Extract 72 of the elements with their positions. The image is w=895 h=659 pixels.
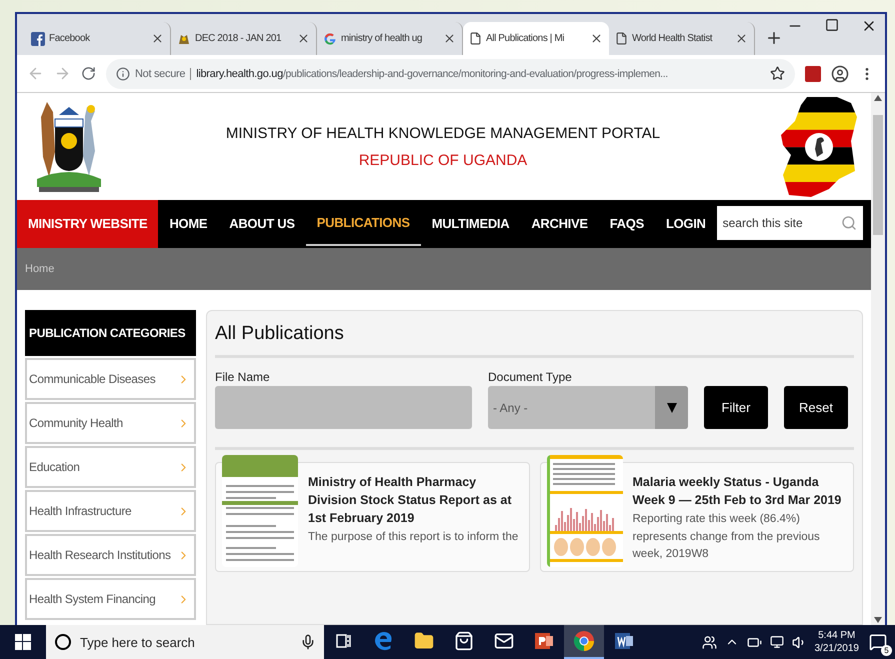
search-icon[interactable] bbox=[841, 215, 857, 231]
network-icon[interactable] bbox=[770, 635, 784, 649]
category-link[interactable]: Communicable Diseases bbox=[25, 358, 196, 400]
close-icon[interactable] bbox=[443, 32, 456, 45]
speaker-icon[interactable] bbox=[792, 634, 806, 650]
address-bar[interactable]: Not secure library.health.go.ug/publications/leadership-and-governance/monitoring-and-evaluation/progress-implemen... bbox=[106, 58, 795, 88]
publication-excerpt: The purpose of this report is to inform the bbox=[308, 530, 520, 546]
nav-link[interactable]: FAQS bbox=[598, 200, 655, 248]
sidebar-heading: PUBLICATION CATEGORIES bbox=[25, 310, 196, 356]
google-logo-icon bbox=[323, 32, 337, 46]
document-type-dropdown[interactable]: - Any - bbox=[488, 386, 688, 429]
nav-link[interactable]: HOME bbox=[158, 200, 218, 248]
category-link[interactable]: Education bbox=[25, 446, 196, 488]
cortana-circle-icon bbox=[54, 633, 72, 651]
reload-icon[interactable] bbox=[81, 66, 96, 81]
presentation-app-icon[interactable] bbox=[534, 631, 554, 651]
people-icon[interactable] bbox=[702, 634, 716, 650]
nav-link[interactable]: MINISTRY WEBSITE bbox=[17, 200, 158, 248]
url-domain: library.health.go.ug bbox=[190, 68, 283, 80]
mail-icon[interactable] bbox=[494, 631, 514, 651]
panel-title: All Publications bbox=[215, 311, 854, 358]
nav-link[interactable]: PUBLICATIONS bbox=[306, 200, 421, 246]
category-link[interactable]: Health Research Institutions bbox=[25, 534, 196, 576]
page-icon bbox=[615, 32, 628, 45]
maximize-icon[interactable] bbox=[825, 18, 839, 32]
security-label: Not secure bbox=[135, 68, 186, 80]
scrollbar-thumb[interactable] bbox=[873, 115, 883, 235]
publication-title[interactable]: Ministry of Health Pharmacy Division Stock Status Report as at 1st February 2019 bbox=[308, 473, 522, 528]
close-icon[interactable] bbox=[735, 32, 748, 45]
shopping-bag-icon[interactable] bbox=[454, 631, 474, 651]
scroll-down-icon[interactable] bbox=[874, 617, 882, 623]
clock[interactable]: 5:44 PM 3/21/2019 bbox=[814, 628, 859, 656]
field-label: Document Type bbox=[488, 370, 573, 384]
portal-title: MINISTRY OF HEALTH KNOWLEDGE MANAGEMENT PORTAL bbox=[226, 124, 660, 142]
profile-icon[interactable] bbox=[831, 64, 849, 82]
scroll-up-icon[interactable] bbox=[874, 95, 882, 101]
new-tab-icon[interactable] bbox=[765, 29, 783, 47]
dropdown-triangle-icon bbox=[666, 402, 676, 412]
country-subtitle: REPUBLIC OF UGANDA bbox=[358, 152, 528, 168]
file-name-field[interactable] bbox=[215, 386, 472, 429]
close-icon[interactable] bbox=[297, 32, 310, 45]
nav-link[interactable]: MULTIMEDIA bbox=[420, 200, 520, 248]
publication-title[interactable]: Malaria weekly Status - Uganda Week 9 — 25th Feb to 3rd Mar 2019 bbox=[632, 473, 847, 510]
url-path: /publications/leadership-and-governance/monitoring-and-evaluation/progress-implemen... bbox=[282, 68, 668, 80]
task-view-icon[interactable] bbox=[336, 633, 352, 649]
extension-icon[interactable] bbox=[805, 66, 821, 82]
search-field[interactable]: search this site bbox=[716, 206, 863, 240]
windows-logo-icon bbox=[15, 634, 31, 650]
close-icon[interactable] bbox=[151, 32, 164, 45]
nav-link[interactable]: LOGIN bbox=[654, 200, 717, 248]
category-link[interactable]: Health Infrastructure bbox=[25, 490, 196, 532]
info-icon bbox=[116, 66, 130, 80]
folder-icon[interactable] bbox=[414, 631, 434, 651]
facebook-logo-icon bbox=[31, 32, 45, 46]
category-link[interactable]: Community Health bbox=[25, 402, 196, 444]
close-icon[interactable] bbox=[590, 32, 603, 45]
browser-tab[interactable]: All Publications | Mi bbox=[463, 22, 609, 55]
filter-button[interactable]: Filter bbox=[704, 386, 768, 429]
bookmark-star-icon[interactable] bbox=[770, 66, 785, 81]
document-app-icon[interactable] bbox=[614, 631, 634, 651]
taskbar-search-field[interactable]: Type here to search bbox=[46, 625, 324, 659]
notification-count: 5 bbox=[881, 645, 892, 656]
filter-button[interactable]: Reset bbox=[784, 386, 848, 429]
category-link[interactable]: Health System Financing bbox=[25, 578, 196, 620]
nav-link[interactable]: ABOUT US bbox=[218, 200, 306, 248]
page-icon bbox=[469, 32, 482, 45]
publication-excerpt: Reporting rate this week (86.4%) represents change from the previous week, 2019W8 bbox=[632, 512, 821, 562]
chrome-browser-icon[interactable] bbox=[573, 630, 595, 652]
field-label: File Name bbox=[215, 370, 271, 384]
microphone-icon[interactable] bbox=[300, 634, 316, 650]
edge-browser-icon[interactable] bbox=[374, 631, 394, 651]
nav-link[interactable]: ARCHIVE bbox=[520, 200, 599, 248]
